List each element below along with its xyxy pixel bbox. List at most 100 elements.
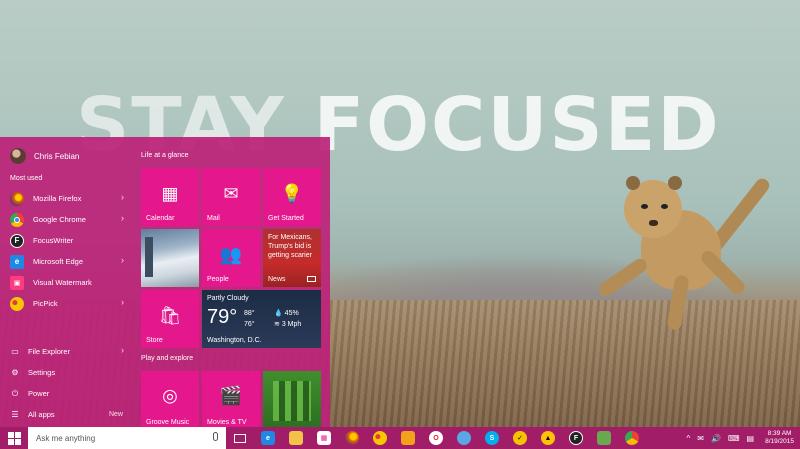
tile-label: Mail <box>207 215 220 222</box>
tile-weather[interactable]: Partly Cloudy 79° 88° 76° 💧 45% ≋ 3 Mph Wa… <box>202 290 321 348</box>
clock-time: 8:39 AM <box>767 430 792 437</box>
taskbar: Ask me anything e ▦ O S ✓ ▲ F ^ ✉ 🔊 ⌨ ▤ … <box>0 427 800 449</box>
power-label: Power <box>28 389 50 398</box>
tile-minecraft[interactable] <box>263 371 321 427</box>
weather-wind: 3 Mph <box>281 321 302 328</box>
chevron-right-icon[interactable]: › <box>121 192 124 202</box>
chrome-icon <box>625 431 639 445</box>
taskbar-skype[interactable]: S <box>478 427 506 449</box>
taskbar-chrome[interactable] <box>618 427 646 449</box>
tile-movies-tv[interactable]: 🎬 Movies & TV <box>202 371 260 427</box>
tile-label: Get Started <box>268 215 304 222</box>
taskbar-firefox[interactable] <box>338 427 366 449</box>
start-bottom-list: ▭ File Explorer › ⚙ Settings ⏻ Power ☰ A… <box>0 341 132 425</box>
watermark-icon: ▣ <box>10 275 24 290</box>
all-apps-label: All apps <box>28 410 55 419</box>
power-button[interactable]: ⏻ Power <box>0 383 132 404</box>
folder-icon <box>289 431 303 445</box>
chevron-right-icon[interactable]: › <box>121 213 124 223</box>
user-account[interactable]: Chris Febian <box>10 147 79 165</box>
focuswriter-icon: F <box>569 431 583 445</box>
power-icon: ⏻ <box>11 388 19 398</box>
taskbar-app-globe[interactable] <box>450 427 478 449</box>
gear-icon: ⚙ <box>11 368 19 377</box>
search-placeholder: Ask me anything <box>36 433 96 443</box>
edge-icon: e <box>10 254 24 269</box>
settings-label: Settings <box>28 368 56 377</box>
tile-news[interactable]: For Mexicans, Trump's bid is getting sca… <box>263 229 321 287</box>
app-label: Visual Watermark <box>33 278 92 287</box>
weather-low: 76° <box>244 321 255 328</box>
tile-people[interactable]: 👥 People <box>202 229 260 287</box>
picpick-icon <box>373 431 387 445</box>
app-item[interactable]: Mozilla Firefox › <box>0 188 132 209</box>
tile-calendar[interactable]: ▦ Calendar <box>141 168 199 226</box>
cortana-search-box[interactable]: Ask me anything <box>28 427 226 449</box>
network-icon[interactable]: ✉ <box>697 434 704 443</box>
taskbar-edge[interactable]: e <box>254 427 282 449</box>
opera-icon: O <box>429 431 443 445</box>
news-icon <box>307 276 316 282</box>
cheetah-cub-image <box>596 150 776 331</box>
weather-condition: Partly Cloudy <box>207 295 249 302</box>
weather-humidity: 45% <box>284 310 299 317</box>
tile-photos[interactable] <box>141 229 199 287</box>
settings-button[interactable]: ⚙ Settings <box>0 362 132 383</box>
app-item[interactable]: Google Chrome › <box>0 209 132 230</box>
all-apps-button[interactable]: ☰ All apps New <box>0 404 132 425</box>
show-hidden-icons-button[interactable]: ^ <box>687 434 691 443</box>
volume-icon[interactable]: 🔊 <box>711 434 721 443</box>
taskbar-norton[interactable]: ✓ <box>506 427 534 449</box>
weather-temperature: 79° <box>207 306 238 328</box>
weather-city: Washington, D.C. <box>207 337 262 344</box>
taskbar-network-app[interactable] <box>590 427 618 449</box>
start-button[interactable] <box>0 427 28 449</box>
chrome-icon <box>10 212 24 227</box>
app-label: Google Chrome <box>33 215 86 224</box>
app-item[interactable]: e Microsoft Edge › <box>0 251 132 272</box>
app-label: Microsoft Edge <box>33 257 84 266</box>
tile-groove-music[interactable]: ◎ Groove Music <box>141 371 199 427</box>
globe-icon <box>457 431 471 445</box>
weather-high-low: 88° 76° <box>244 308 255 330</box>
new-badge: New <box>108 411 123 418</box>
app-item[interactable]: ▣ Visual Watermark <box>0 272 132 293</box>
chevron-right-icon[interactable]: › <box>121 255 124 265</box>
file-explorer-button[interactable]: ▭ File Explorer › <box>0 341 132 362</box>
list-icon: ☰ <box>11 410 19 419</box>
chevron-right-icon[interactable]: › <box>121 297 124 307</box>
taskbar-focuswriter[interactable]: F <box>562 427 590 449</box>
clock-date: 8/19/2015 <box>765 438 794 445</box>
mail-icon: ✉ <box>223 183 239 204</box>
clock[interactable]: 8:39 AM 8/19/2015 <box>765 430 794 446</box>
windows-logo-icon <box>7 431 21 445</box>
weather-high: 88° <box>244 310 255 317</box>
chevron-right-icon[interactable]: › <box>121 345 124 355</box>
task-view-button[interactable] <box>226 427 254 449</box>
tile-mail[interactable]: ✉ Mail <box>202 168 260 226</box>
taskbar-game[interactable]: ▲ <box>534 427 562 449</box>
taskbar-visual-watermark[interactable] <box>394 427 422 449</box>
taskbar-store[interactable]: ▦ <box>310 427 338 449</box>
taskbar-picpick[interactable] <box>366 427 394 449</box>
most-used-list: Mozilla Firefox › Google Chrome › F Focu… <box>0 188 132 314</box>
folder-icon: ▭ <box>11 347 19 356</box>
keyboard-icon[interactable]: ⌨ <box>728 434 740 443</box>
tile-store[interactable]: 🛍 Store <box>141 290 199 348</box>
app-item[interactable]: PicPick › <box>0 293 132 314</box>
microphone-icon[interactable] <box>213 432 218 441</box>
news-headline: For Mexicans, Trump's bid is getting sca… <box>268 234 312 259</box>
tile-label: Groove Music <box>146 419 190 426</box>
notification-icon[interactable]: ▤ <box>747 434 755 443</box>
app-label: PicPick <box>33 299 58 308</box>
tile-get-started[interactable]: 💡 Get Started <box>263 168 321 226</box>
life-at-a-glance-label: Life at a glance <box>141 152 189 159</box>
firefox-icon <box>10 191 24 206</box>
taskbar-file-explorer[interactable] <box>282 427 310 449</box>
app-item[interactable]: F FocusWriter <box>0 230 132 251</box>
people-icon: 👥 <box>219 244 243 265</box>
watermark-icon <box>401 431 415 445</box>
clapperboard-icon: 🎬 <box>219 385 243 406</box>
taskbar-opera[interactable]: O <box>422 427 450 449</box>
app-label: FocusWriter <box>33 236 74 245</box>
